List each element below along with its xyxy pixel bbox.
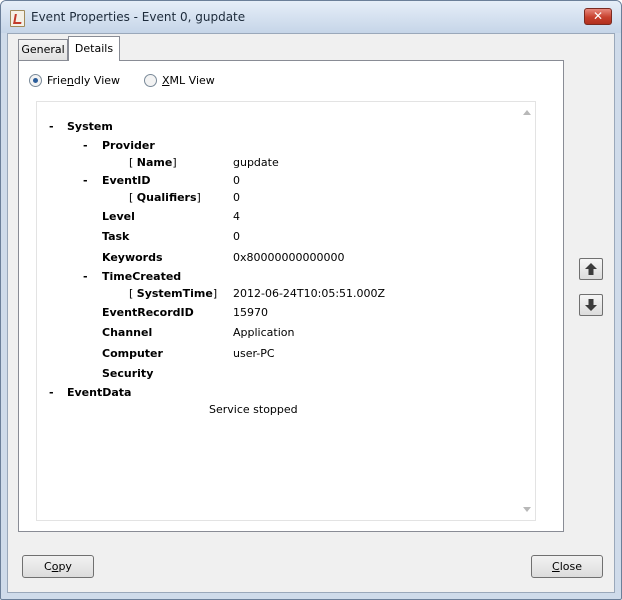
bracket-open: [ (129, 287, 137, 300)
bracket-close: ] (196, 191, 201, 204)
tree-row-systemtime: [ SystemTime] 2012-06-24T10:05:51.000Z (37, 286, 517, 302)
eventid-value: 0 (233, 174, 240, 187)
down-arrow-icon (585, 299, 597, 311)
friendly-view-radio[interactable]: Friendly View (29, 73, 120, 89)
event-properties-window: Event Properties - Event 0, gupdate ✕ Ge… (0, 0, 622, 600)
keywords-value: 0x80000000000000 (233, 251, 345, 264)
qualifiers-value: 0 (233, 191, 240, 204)
tree-row-eventrecordid: EventRecordID 15970 (37, 305, 517, 321)
vertical-scrollbar[interactable] (519, 102, 535, 520)
tree-row-keywords: Keywords 0x80000000000000 (37, 250, 517, 266)
radio-selected-icon (29, 73, 42, 87)
channel-value: Application (233, 326, 295, 339)
computer-value: user-PC (233, 347, 275, 360)
friendly-view-label-post: dly View (73, 74, 121, 87)
eventrecordid-label: EventRecordID (102, 306, 194, 319)
copy-label-post: py (58, 560, 72, 573)
close-button[interactable]: Close (531, 555, 603, 578)
previous-event-button[interactable] (579, 258, 603, 280)
task-label: Task (102, 230, 130, 243)
close-label-post: lose (559, 560, 582, 573)
keywords-label: Keywords (102, 251, 163, 264)
tree-node-timecreated[interactable]: - TimeCreated (37, 269, 517, 285)
eventdata-value: Service stopped (209, 403, 298, 416)
xml-view-label-mnemonic: X (162, 74, 170, 87)
bracket-close: ] (212, 287, 218, 300)
dialog-client-area: General Details Friendly View XML View -… (7, 33, 615, 593)
bracket-open: [ (129, 191, 137, 204)
level-label: Level (102, 210, 135, 223)
channel-label: Channel (102, 326, 153, 339)
collapse-eventid-icon[interactable]: - (83, 173, 91, 189)
window-title: Event Properties - Event 0, gupdate (31, 10, 246, 24)
tree-row-task: Task 0 (37, 229, 517, 245)
scroll-up-arrow-icon[interactable] (523, 110, 531, 115)
timecreated-label: TimeCreated (102, 270, 182, 283)
tab-details[interactable]: Details (68, 36, 120, 61)
systemtime-key-label: SystemTime (136, 287, 213, 300)
eventdata-label: EventData (67, 386, 132, 399)
xml-view-radio[interactable]: XML View (144, 73, 215, 89)
name-key-label: Name (136, 156, 173, 169)
copy-button[interactable]: Copy (22, 555, 94, 578)
collapse-timecreated-icon[interactable]: - (83, 269, 91, 285)
title-bar[interactable]: Event Properties - Event 0, gupdate ✕ (1, 1, 621, 33)
level-value: 4 (233, 210, 240, 223)
xml-view-label-post: ML View (169, 74, 215, 87)
window-close-button[interactable]: ✕ (584, 8, 612, 25)
name-key: [ Name] (129, 155, 177, 171)
provider-label: Provider (102, 139, 155, 152)
computer-label: Computer (102, 347, 163, 360)
collapse-provider-icon[interactable]: - (83, 138, 91, 154)
event-viewer-icon (10, 10, 25, 27)
friendly-view-content[interactable]: - System - Provider [ Name] gupdate - Ev… (36, 101, 536, 521)
tree-node-eventid[interactable]: - EventID 0 (37, 173, 517, 189)
eventid-label: EventID (102, 174, 151, 187)
tree-row-channel: Channel Application (37, 325, 517, 341)
tree-row-security: Security (37, 366, 517, 382)
systemtime-key: [ SystemTime] (129, 286, 217, 302)
friendly-view-label-pre: Frie (47, 74, 67, 87)
qualifiers-key: [ Qualifiers] (129, 190, 201, 206)
radio-unselected-icon (144, 73, 157, 87)
bracket-close: ] (172, 156, 177, 169)
tree-row-qualifiers: [ Qualifiers] 0 (37, 190, 517, 206)
eventrecordid-value: 15970 (233, 306, 268, 319)
collapse-eventdata-icon[interactable]: - (49, 385, 57, 401)
tab-general[interactable]: General (18, 39, 68, 60)
tree-row-name: [ Name] gupdate (37, 155, 517, 171)
next-event-button[interactable] (579, 294, 603, 316)
bracket-open: [ (129, 156, 137, 169)
tree-row-level: Level 4 (37, 209, 517, 225)
friendly-view-label-mnemonic: n (66, 74, 74, 87)
system-label: System (67, 120, 113, 133)
close-label-mnemonic: C (552, 560, 560, 573)
up-arrow-icon (585, 263, 597, 275)
collapse-system-icon[interactable]: - (49, 119, 57, 135)
details-tab-panel: Friendly View XML View - System - Provid… (18, 60, 564, 532)
qualifiers-key-label: Qualifiers (136, 191, 197, 204)
name-value: gupdate (233, 156, 279, 169)
scroll-down-arrow-icon[interactable] (523, 507, 531, 512)
systemtime-value: 2012-06-24T10:05:51.000Z (233, 287, 386, 300)
copy-label-pre: C (44, 560, 52, 573)
security-label: Security (102, 367, 154, 380)
tree-row-computer: Computer user-PC (37, 346, 517, 362)
task-value: 0 (233, 230, 240, 243)
